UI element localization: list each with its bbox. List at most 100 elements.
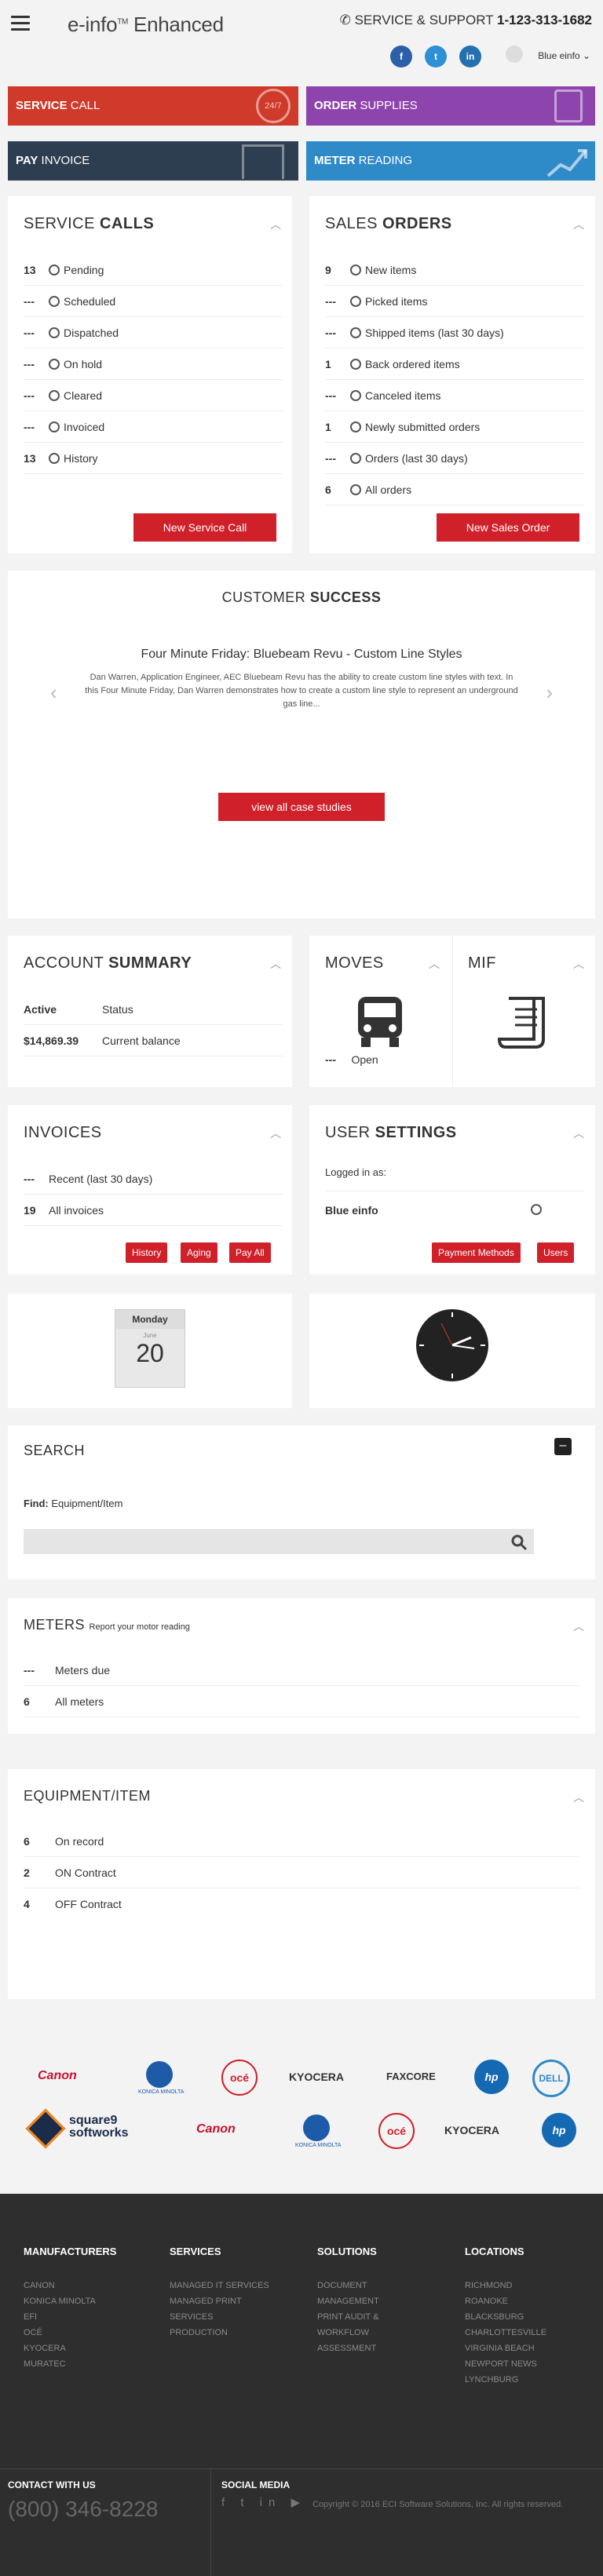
user-icon[interactable] xyxy=(531,1204,542,1215)
logo[interactable]: e-infoTM Enhanced xyxy=(68,13,224,37)
square9-logo[interactable] xyxy=(25,2108,66,2149)
tile-pay-invoice[interactable]: PAY INVOICE xyxy=(8,141,298,181)
aging-button[interactable]: Aging xyxy=(181,1242,217,1263)
search-icon[interactable] xyxy=(510,1534,528,1551)
history-button[interactable]: History xyxy=(126,1242,168,1263)
twitter-icon[interactable]: t xyxy=(425,46,447,68)
list-item[interactable]: 4 OFF Contract xyxy=(24,1888,579,1920)
footer-link[interactable]: EFI xyxy=(24,2309,116,2325)
oce-logo[interactable]: océ xyxy=(378,2113,415,2149)
collapse-icon[interactable]: ︿ xyxy=(270,1126,281,1141)
collapse-icon[interactable]: ︿ xyxy=(573,1790,584,1805)
view-case-studies-button[interactable]: view all case studies xyxy=(218,793,385,821)
footer-link[interactable]: KYOCERA xyxy=(24,2341,116,2356)
new-service-call-button[interactable]: New Service Call xyxy=(133,513,276,542)
canon-logo[interactable]: Canon xyxy=(38,2069,77,2083)
oce-logo[interactable]: océ xyxy=(221,2060,258,2096)
tile-order-supplies[interactable]: ORDER SUPPLIES xyxy=(306,86,595,126)
footer-link[interactable]: PRINT AUDIT & xyxy=(317,2309,379,2325)
dell-logo[interactable]: DELL xyxy=(532,2060,570,2097)
konica-logo[interactable] xyxy=(146,2061,173,2088)
case-headline[interactable]: Four Minute Friday: Bluebeam Revu - Cust… xyxy=(8,648,595,662)
list-item[interactable]: --- Invoiced xyxy=(24,411,283,443)
find-scope[interactable]: Equipment/Item xyxy=(51,1498,122,1509)
footer-link[interactable]: MANAGED PRINT xyxy=(170,2293,269,2309)
social-icons[interactable]: f t in ▶ xyxy=(221,2495,306,2509)
footer-link[interactable]: BLACKSBURG xyxy=(465,2309,546,2325)
list-item[interactable]: 1 Newly submitted orders xyxy=(325,411,584,443)
pay-all-button[interactable]: Pay All xyxy=(229,1242,271,1263)
list-item[interactable]: --- Meters due xyxy=(24,1655,579,1686)
list-item[interactable]: --- Cleared xyxy=(24,380,283,411)
prev-arrow-icon[interactable]: ‹ xyxy=(50,680,57,705)
collapse-icon[interactable]: ︿ xyxy=(270,956,281,972)
footer-link[interactable]: DOCUMENT xyxy=(317,2278,379,2293)
kyocera-logo[interactable]: KYOCERA xyxy=(444,2124,499,2136)
collapse-icon[interactable]: ︿ xyxy=(429,956,440,972)
konica-logo[interactable] xyxy=(303,2114,330,2141)
list-item[interactable]: 1 Back ordered items xyxy=(325,348,584,380)
collapse-icon[interactable]: ︿ xyxy=(270,217,281,232)
list-item[interactable]: --- Shipped items (last 30 days) xyxy=(325,317,584,348)
hp-logo[interactable]: hp xyxy=(474,2060,509,2094)
payment-methods-button[interactable]: Payment Methods xyxy=(432,1242,521,1263)
list-item[interactable]: --- Picked items xyxy=(325,286,584,317)
list-item[interactable]: 13 History xyxy=(24,443,283,474)
collapse-icon[interactable]: ︿ xyxy=(573,1618,584,1634)
footer-link[interactable]: CANON xyxy=(24,2278,116,2293)
footer-link[interactable]: OCÉ xyxy=(24,2325,116,2341)
footer-link[interactable]: SERVICES xyxy=(170,2309,269,2325)
user-menu[interactable]: Blue einfo ⌄ xyxy=(538,50,590,61)
list-item[interactable]: --- Dispatched xyxy=(24,317,283,348)
list-item[interactable]: 6 All meters xyxy=(24,1686,579,1717)
support-phone[interactable]: 1-123-313-1682 xyxy=(497,13,592,27)
footer-link[interactable]: PRODUCTION xyxy=(170,2325,269,2341)
footer-link[interactable]: WORKFLOW xyxy=(317,2325,379,2341)
footer-link[interactable]: LYNCHBURG xyxy=(465,2372,546,2388)
footer-link[interactable]: KONICA MINOLTA xyxy=(24,2293,116,2309)
list-item[interactable]: --- Orders (last 30 days) xyxy=(325,443,584,474)
list-item[interactable]: 19 All invoices xyxy=(24,1195,283,1226)
contact-phone[interactable]: (800) 346-8228 xyxy=(8,2497,158,2522)
footer-link[interactable]: NEWPORT NEWS xyxy=(465,2356,546,2372)
search-input[interactable] xyxy=(24,1529,534,1554)
scroll-icon[interactable] xyxy=(496,994,553,1050)
canon-logo[interactable]: Canon xyxy=(196,2122,236,2136)
faxcore-logo[interactable]: FAXCORE xyxy=(386,2071,436,2082)
collapse-icon[interactable]: ︿ xyxy=(573,217,584,232)
collapse-icon[interactable]: ︿ xyxy=(573,1126,584,1141)
list-item[interactable]: --- Recent (last 30 days) xyxy=(24,1163,283,1195)
list-item[interactable]: 6 On record xyxy=(24,1826,579,1857)
tile-meter-reading[interactable]: METER READING xyxy=(306,141,595,181)
moves-open[interactable]: --- Open xyxy=(325,1053,378,1066)
footer-link[interactable]: MURATEC xyxy=(24,2356,116,2372)
list-item[interactable]: 13 Pending xyxy=(24,254,283,286)
footer-link[interactable]: VIRGINIA BEACH xyxy=(465,2341,546,2356)
footer-link[interactable]: CHARLOTTESVILLE xyxy=(465,2325,546,2341)
facebook-icon[interactable]: f xyxy=(390,46,412,68)
footer-link[interactable]: RICHMOND xyxy=(465,2278,546,2293)
list-item[interactable]: 2 ON Contract xyxy=(24,1857,579,1888)
list-item[interactable]: --- On hold xyxy=(24,348,283,380)
kyocera-logo[interactable]: KYOCERA xyxy=(289,2071,344,2083)
truck-icon[interactable] xyxy=(352,994,408,1050)
hp-logo[interactable]: hp xyxy=(542,2113,576,2147)
list-item[interactable]: 9 New items xyxy=(325,254,584,286)
collapse-icon[interactable]: ︿ xyxy=(573,956,584,972)
list-item[interactable]: --- Scheduled xyxy=(24,286,283,317)
footer-link[interactable]: ASSESSMENT xyxy=(317,2341,379,2356)
new-sales-order-button[interactable]: New Sales Order xyxy=(437,513,579,542)
tile-service-call[interactable]: SERVICE CALL 24/7 xyxy=(8,86,298,126)
minimize-icon[interactable]: – xyxy=(554,1438,572,1455)
footer-link[interactable]: MANAGEMENT xyxy=(317,2293,379,2309)
footer-link[interactable]: ROANOKE xyxy=(465,2293,546,2309)
list-item[interactable]: --- Canceled items xyxy=(325,380,584,411)
users-button[interactable]: Users xyxy=(537,1242,575,1263)
next-arrow-icon[interactable]: › xyxy=(546,680,553,705)
footer-link[interactable]: MANAGED IT SERVICES xyxy=(170,2278,269,2293)
linkedin-icon[interactable]: in xyxy=(459,46,481,68)
menu-icon[interactable] xyxy=(11,16,30,31)
footer-col-manufacturers: MANUFACTURERS CANON KONICA MINOLTA EFI O… xyxy=(24,2246,116,2372)
footer-heading: LOCATIONS xyxy=(465,2246,524,2257)
list-item[interactable]: 6 All orders xyxy=(325,474,584,505)
